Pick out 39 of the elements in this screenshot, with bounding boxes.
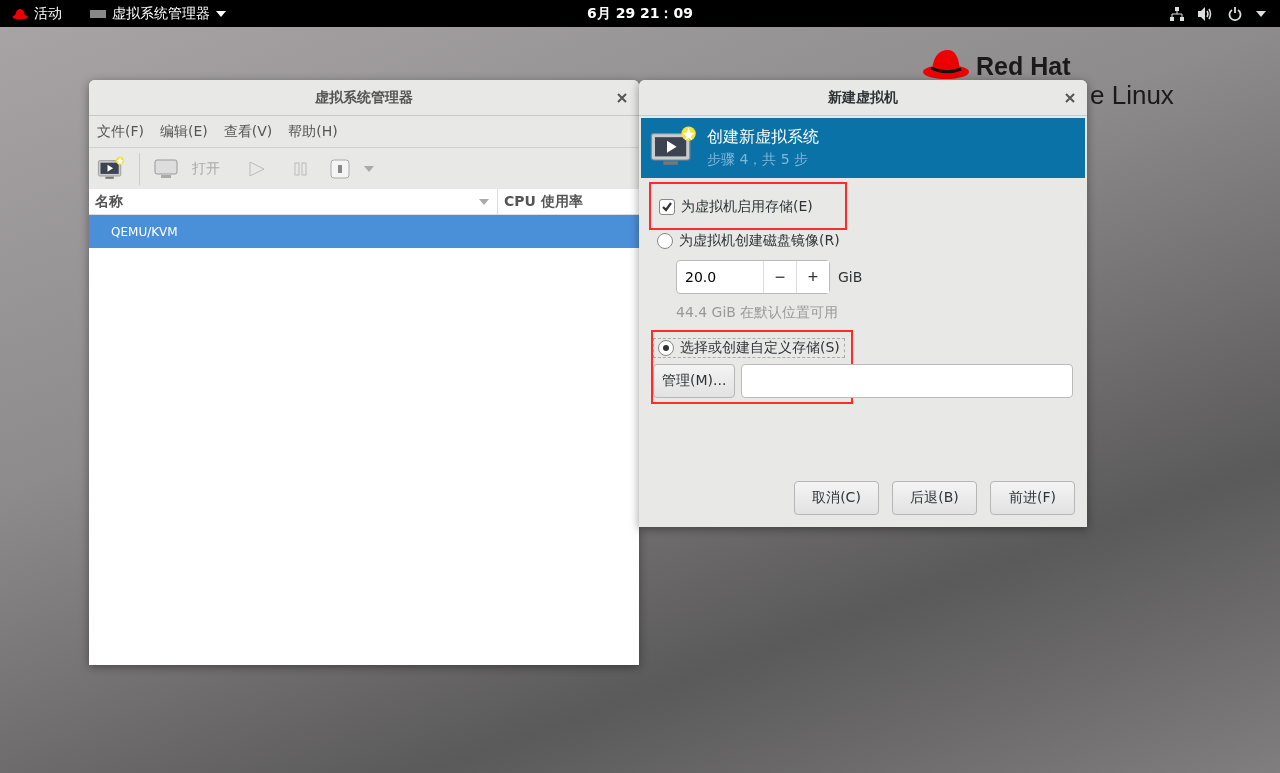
increment-button[interactable]: + [796,261,829,293]
close-icon[interactable] [1065,93,1075,103]
radio-option[interactable]: 为虚拟机创建磁盘镜像(R) [649,232,848,250]
menu-item[interactable]: 查看(V) [223,122,273,141]
banner-title: 创建新虚拟系统 [707,127,819,148]
storage-path-field[interactable] [741,364,1073,398]
clock[interactable]: 6月 29 21：09 [587,4,693,21]
activities-button[interactable]: 活动 [34,4,62,23]
app-menu[interactable]: 虚拟系统管理器 [112,4,210,23]
hat-logo-icon [922,48,972,82]
step-label: 步骤 4，共 5 步 [707,151,810,169]
close-icon[interactable] [617,93,627,103]
power-icon[interactable] [1228,6,1242,21]
caret-icon[interactable] [216,10,226,17]
checkbox-label[interactable]: 为虚拟机启用存储(E) [681,198,813,216]
dialog-title: 新建虚拟机 [828,88,898,107]
volume-icon[interactable] [1198,6,1214,21]
column-header[interactable]: 名称 [95,192,479,211]
column-header[interactable]: CPU 使用率 [498,192,583,211]
network-icon[interactable] [1170,6,1184,21]
stop-icon[interactable] [330,158,350,179]
dialog-button[interactable]: 前进(F) [990,481,1075,515]
dialog-button[interactable]: 取消(C) [794,481,879,515]
wallpaper-product: e Linux [1090,80,1174,111]
wallpaper-brand: Red Hat [976,52,1071,81]
dialog-button[interactable]: 后退(B) [892,481,977,515]
app-icon[interactable] [90,9,106,18]
free-space-note: 44.4 GiB 在默认位置可用 [676,304,840,322]
window-title: 虚拟系统管理器 [315,88,413,107]
hat-icon[interactable] [12,7,28,20]
menu-item[interactable]: 编辑(E) [160,122,208,141]
manage-button[interactable]: 管理(M)... [653,364,736,398]
caret-icon[interactable] [1256,10,1266,17]
radio-option[interactable]: 选择或创建自定义存储(S) [653,338,845,358]
checkbox[interactable] [659,199,675,215]
unit-label: GiB [838,269,863,285]
menu-item[interactable]: 帮助(H) [288,122,338,141]
menu-item[interactable]: 文件(F) [97,122,144,141]
disk-size-field[interactable]: 20.0 − + [676,260,830,294]
